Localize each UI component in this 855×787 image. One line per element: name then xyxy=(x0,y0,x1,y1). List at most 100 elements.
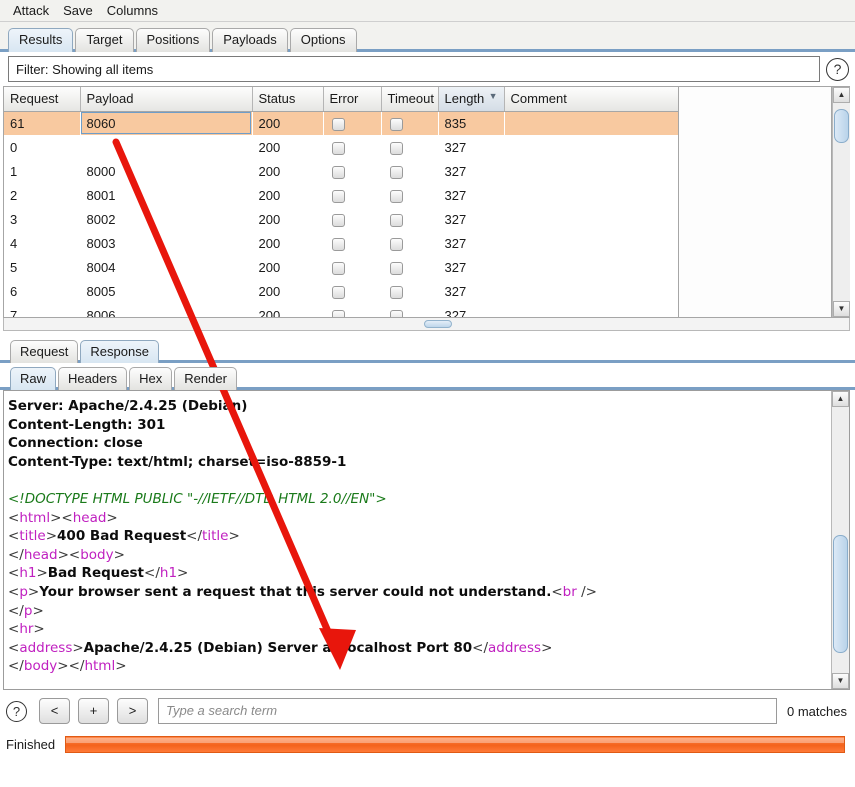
cell-timeout[interactable] xyxy=(381,159,438,183)
tab-response[interactable]: Response xyxy=(80,340,159,363)
search-next-button[interactable]: > xyxy=(117,698,148,724)
search-input[interactable]: Type a search term xyxy=(158,698,778,724)
cell-timeout[interactable] xyxy=(381,279,438,303)
cell-status[interactable]: 200 xyxy=(252,183,323,207)
timeout-checkbox[interactable] xyxy=(389,189,403,203)
tab-hex[interactable]: Hex xyxy=(129,367,173,390)
tab-request[interactable]: Request xyxy=(10,340,79,363)
results-scroll-thumb[interactable] xyxy=(834,109,849,143)
tab-render[interactable]: Render xyxy=(174,367,237,390)
cell-error[interactable] xyxy=(323,135,381,159)
cell-status[interactable]: 200 xyxy=(252,159,323,183)
filter-bar[interactable]: Filter: Showing all items xyxy=(8,56,820,82)
tab-positions[interactable]: Positions xyxy=(135,28,211,52)
cell-request[interactable]: 1 xyxy=(4,159,80,183)
results-scroll-track[interactable] xyxy=(833,103,850,301)
error-checkbox[interactable] xyxy=(331,309,345,317)
cell-timeout[interactable] xyxy=(381,303,438,317)
table-row[interactable]: 61 8060 200 835 xyxy=(4,111,678,135)
response-scroll-up-arrow-icon[interactable]: ▲ xyxy=(832,391,849,407)
response-scroll-track[interactable] xyxy=(832,407,849,673)
cell-error[interactable] xyxy=(323,159,381,183)
table-row[interactable]: 6 8005 200 327 xyxy=(4,279,678,303)
cell-payload[interactable]: 8003 xyxy=(80,231,252,255)
response-vertical-scrollbar[interactable]: ▲ ▼ xyxy=(831,391,849,689)
cell-request[interactable]: 3 xyxy=(4,207,80,231)
cell-length[interactable]: 835 xyxy=(438,111,504,135)
error-checkbox[interactable] xyxy=(331,285,345,299)
response-raw-text[interactable]: Server: Apache/2.4.25 (Debian) Content-Le… xyxy=(4,391,831,689)
cell-comment[interactable] xyxy=(504,255,678,279)
error-checkbox[interactable] xyxy=(331,261,345,275)
cell-error[interactable] xyxy=(323,111,381,135)
timeout-checkbox[interactable] xyxy=(389,237,403,251)
cell-comment[interactable] xyxy=(504,207,678,231)
cell-status[interactable]: 200 xyxy=(252,231,323,255)
table-row[interactable]: 4 8003 200 327 xyxy=(4,231,678,255)
cell-length[interactable]: 327 xyxy=(438,303,504,318)
cell-length[interactable]: 327 xyxy=(438,135,504,159)
column-header-payload[interactable]: Payload xyxy=(80,87,253,112)
cell-status[interactable]: 200 xyxy=(252,255,323,279)
cell-payload[interactable]: 8005 xyxy=(80,279,252,303)
cell-payload[interactable]: 8000 xyxy=(80,159,252,183)
cell-error[interactable] xyxy=(323,255,381,279)
timeout-checkbox[interactable] xyxy=(389,309,403,317)
table-row[interactable]: 0 200 327 xyxy=(4,135,678,159)
cell-status[interactable]: 200 xyxy=(252,303,323,318)
cell-comment[interactable] xyxy=(504,303,678,317)
table-row[interactable]: 5 8004 200 327 xyxy=(4,255,678,279)
column-header-timeout[interactable]: Timeout xyxy=(381,87,439,112)
column-header-length[interactable]: Length ▼ xyxy=(438,87,505,112)
cell-payload[interactable]: 8006 xyxy=(80,303,252,318)
cell-request[interactable]: 2 xyxy=(4,183,80,207)
help-icon[interactable]: ? xyxy=(826,57,849,81)
scroll-down-arrow-icon[interactable]: ▼ xyxy=(833,301,850,317)
cell-request[interactable]: 7 xyxy=(4,303,80,318)
cell-length[interactable]: 327 xyxy=(438,231,504,255)
cell-payload[interactable]: 8060 xyxy=(80,111,252,135)
cell-status[interactable]: 200 xyxy=(252,135,323,159)
error-checkbox[interactable] xyxy=(331,237,345,251)
error-checkbox[interactable] xyxy=(331,141,345,155)
search-prev-button[interactable]: < xyxy=(39,698,70,724)
cell-timeout[interactable] xyxy=(381,111,438,135)
results-hscroll-thumb[interactable] xyxy=(424,320,452,328)
column-header-status[interactable]: Status xyxy=(252,87,324,112)
error-checkbox[interactable] xyxy=(331,189,345,203)
table-row[interactable]: 7 8006 200 327 xyxy=(4,303,678,318)
cell-error[interactable] xyxy=(323,303,381,317)
cell-length[interactable]: 327 xyxy=(438,279,504,303)
response-scroll-thumb[interactable] xyxy=(833,535,848,653)
column-header-error[interactable]: Error xyxy=(323,87,382,112)
timeout-checkbox[interactable] xyxy=(389,213,403,227)
table-row[interactable]: 2 8001 200 327 xyxy=(4,183,678,207)
cell-length[interactable]: 327 xyxy=(438,159,504,183)
cell-comment[interactable] xyxy=(504,159,678,183)
timeout-checkbox[interactable] xyxy=(389,165,403,179)
results-vertical-scrollbar[interactable]: ▲ ▼ xyxy=(832,87,850,317)
menu-item-attack[interactable]: Attack xyxy=(6,1,56,20)
results-horizontal-scrollbar[interactable] xyxy=(3,318,850,331)
cell-timeout[interactable] xyxy=(381,183,438,207)
cell-timeout[interactable] xyxy=(381,207,438,231)
cell-comment[interactable] xyxy=(504,111,678,135)
cell-error[interactable] xyxy=(323,207,381,231)
cell-comment[interactable] xyxy=(504,135,678,159)
cell-request[interactable]: 4 xyxy=(4,231,80,255)
cell-payload[interactable]: 8004 xyxy=(80,255,252,279)
cell-request[interactable]: 61 xyxy=(4,111,80,135)
cell-request[interactable]: 5 xyxy=(4,255,80,279)
timeout-checkbox[interactable] xyxy=(389,261,403,275)
column-header-comment[interactable]: Comment xyxy=(504,87,678,112)
cell-status[interactable]: 200 xyxy=(252,279,323,303)
cell-length[interactable]: 327 xyxy=(438,207,504,231)
search-help-icon[interactable]: ? xyxy=(6,700,27,722)
table-row[interactable]: 3 8002 200 327 xyxy=(4,207,678,231)
cell-payload[interactable] xyxy=(80,135,252,159)
menu-item-save[interactable]: Save xyxy=(56,1,100,20)
timeout-checkbox[interactable] xyxy=(389,285,403,299)
tab-options[interactable]: Options xyxy=(289,28,357,52)
tab-headers[interactable]: Headers xyxy=(58,367,128,390)
column-header-request[interactable]: Request xyxy=(4,87,81,112)
